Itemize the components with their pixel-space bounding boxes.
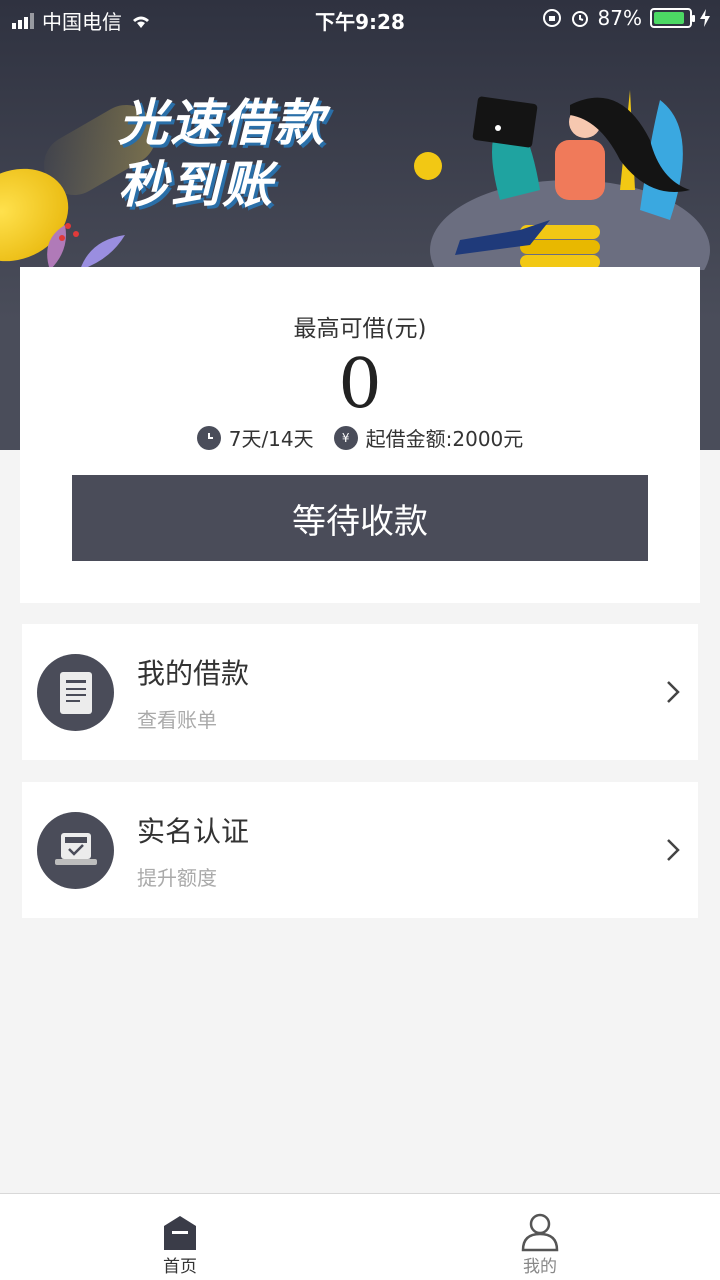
max-loan-label: 最高可借(元) <box>293 316 427 342</box>
battery-fill <box>654 12 684 24</box>
hero-title-line2: 秒到账 <box>118 156 274 214</box>
hero-title-line1: 光速借款 <box>118 94 326 152</box>
id-verify-icon <box>37 812 114 889</box>
leaf-decoration-icon <box>47 223 125 270</box>
battery-icon <box>650 8 695 28</box>
loan-term: 7天/14天 <box>228 427 314 451</box>
menu-title-my-loans: 我的借款 <box>137 657 250 690</box>
menu-subtitle-verification: 提升额度 <box>137 866 217 890</box>
battery-percent: 87% <box>597 6 642 30</box>
tab-bar: 首页 我的 <box>0 1193 720 1280</box>
status-bar: 中国电信 下午9:28 87% <box>0 0 720 36</box>
loan-card: 最高可借(元) 0 7天/14天 ¥ 起借金额:2000元 等待收款 <box>20 267 700 603</box>
min-loan-amount: 起借金额:2000元 <box>365 427 524 451</box>
menu-subtitle-my-loans: 查看账单 <box>137 708 217 732</box>
tab-mine[interactable]: 我的 <box>360 1194 720 1280</box>
status-right: 87% <box>542 6 710 30</box>
bill-icon <box>37 654 114 731</box>
rotation-lock-icon <box>542 9 561 27</box>
chevron-right-icon <box>667 681 680 703</box>
clock-icon <box>196 425 221 450</box>
menu-title-verification: 实名认证 <box>137 815 250 848</box>
wait-payment-button[interactable]: 等待收款 <box>72 475 648 561</box>
menu-item-my-loans[interactable]: 我的借款 查看账单 <box>22 624 698 760</box>
max-loan-amount: 0 <box>338 345 382 424</box>
alarm-icon <box>571 11 588 27</box>
home-icon <box>164 1216 196 1250</box>
chevron-right-icon <box>667 839 680 861</box>
loan-terms: 7天/14天 ¥ 起借金额:2000元 <box>20 423 700 452</box>
tab-home[interactable]: 首页 <box>0 1194 360 1280</box>
charging-icon <box>700 9 710 27</box>
tab-mine-label: 我的 <box>523 1257 557 1277</box>
woman-laptop-illustration <box>430 90 710 270</box>
hero-title: 光速借款 秒到账 <box>118 92 326 216</box>
user-icon <box>521 1213 559 1252</box>
tab-home-label: 首页 <box>163 1257 197 1277</box>
yen-icon: ¥ <box>333 425 358 450</box>
menu-item-verification[interactable]: 实名认证 提升额度 <box>22 782 698 918</box>
